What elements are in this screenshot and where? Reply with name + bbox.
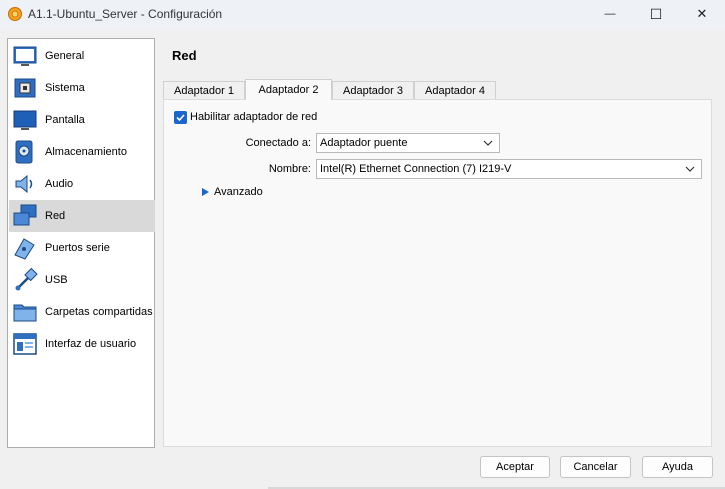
chevron-down-icon	[685, 166, 695, 172]
serial-ports-icon	[14, 238, 35, 260]
name-label: Nombre:	[268, 163, 311, 175]
attached-to-value: Adaptador puente	[320, 137, 408, 149]
attached-to-select[interactable]: Adaptador puente	[316, 133, 500, 153]
virtualbox-app-icon	[8, 7, 22, 21]
usb-icon	[15, 267, 38, 291]
sidebar-item-general[interactable]: General	[9, 40, 155, 72]
close-button[interactable]: ✕	[679, 0, 725, 28]
sidebar-item-audio[interactable]: Audio	[9, 168, 155, 200]
sidebar-item-sistema[interactable]: Sistema	[9, 72, 155, 104]
sidebar-item-label: Almacenamiento	[45, 146, 127, 158]
tab-adaptador-3[interactable]: Adaptador 3	[332, 81, 414, 99]
sidebar-item-puertos-serie[interactable]: Puertos serie	[9, 232, 155, 264]
close-icon: ✕	[696, 6, 708, 21]
attached-to-label: Conectado a:	[245, 137, 311, 149]
minimize-icon: —	[604, 8, 616, 20]
sidebar-item-usb[interactable]: USB	[9, 264, 155, 296]
page-title: Red	[172, 48, 197, 63]
storage-icon	[15, 140, 33, 164]
system-icon	[14, 78, 36, 98]
sidebar-item-label: Puertos serie	[45, 242, 110, 254]
adapter-name-select[interactable]: Intel(R) Ethernet Connection (7) I219-V	[316, 159, 702, 179]
sidebar-item-label: Carpetas compartidas	[45, 306, 153, 318]
minimize-button[interactable]: —	[587, 0, 633, 28]
tab-adaptador-4[interactable]: Adaptador 4	[414, 81, 496, 99]
enable-adapter-label[interactable]: Habilitar adaptador de red	[190, 111, 317, 123]
sidebar-item-red[interactable]: Red	[9, 200, 155, 232]
tab-adaptador-2[interactable]: Adaptador 2	[245, 79, 332, 100]
sidebar-item-label: Pantalla	[45, 114, 85, 126]
sidebar-item-pantalla[interactable]: Pantalla	[9, 104, 155, 136]
user-interface-icon	[13, 333, 37, 355]
window-title: A1.1-Ubuntu_Server - Configuración	[28, 7, 223, 21]
enable-adapter-checkbox[interactable]	[174, 111, 187, 124]
accept-button[interactable]: Aceptar	[480, 456, 550, 478]
network-icon	[13, 204, 37, 226]
display-icon	[13, 110, 37, 130]
title-bar: A1.1-Ubuntu_Server - Configuración — ☐ ✕	[0, 0, 725, 28]
expand-arrow-icon[interactable]	[201, 187, 210, 197]
sidebar-item-label: Audio	[45, 178, 74, 190]
sidebar-item-label: USB	[45, 274, 68, 286]
sidebar-item-label: Interfaz de usuario	[45, 338, 137, 350]
audio-icon	[15, 174, 33, 194]
settings-sidebar: General Sistema Pantalla Almacenamiento …	[7, 38, 155, 448]
checkmark-icon	[176, 114, 185, 122]
sidebar-item-label: Red	[45, 210, 66, 222]
chevron-down-icon	[483, 140, 493, 146]
maximize-button[interactable]: ☐	[633, 0, 679, 28]
sidebar-item-label: Sistema	[45, 82, 85, 94]
cancel-button[interactable]: Cancelar	[560, 456, 631, 478]
maximize-icon: ☐	[649, 5, 663, 22]
advanced-toggle[interactable]: Avanzado	[214, 186, 263, 198]
sidebar-item-interfaz-de-usuario[interactable]: Interfaz de usuario	[9, 328, 155, 360]
general-icon	[13, 46, 37, 66]
sidebar-item-label: General	[45, 50, 85, 62]
help-button[interactable]: Ayuda	[642, 456, 713, 478]
sidebar-item-almacenamiento[interactable]: Almacenamiento	[9, 136, 155, 168]
adapter-name-value: Intel(R) Ethernet Connection (7) I219-V	[320, 163, 512, 175]
sidebar-item-carpetas-compartidas[interactable]: Carpetas compartidas	[9, 296, 155, 328]
shared-folders-icon	[13, 304, 37, 322]
tab-adaptador-1[interactable]: Adaptador 1	[163, 81, 245, 99]
